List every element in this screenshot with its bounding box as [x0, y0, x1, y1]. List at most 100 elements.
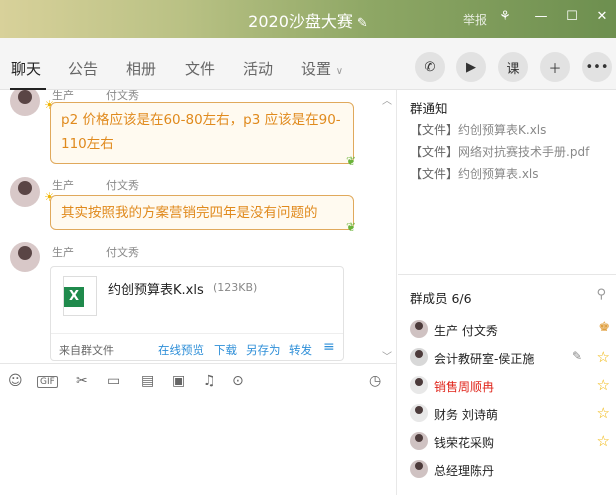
emoji-icon[interactable]: ☺: [8, 373, 23, 389]
title-bar: 2020沙盘大赛 ✎ 举报 ⚘ — ☐ ✕: [0, 0, 616, 38]
tab-bar: 聊天 公告 相册 文件 活动 设置 ∨ ✆ ▶ 课 ＋ •••: [0, 38, 616, 90]
avatar: [410, 460, 428, 478]
scroll-down-icon[interactable]: ﹀: [382, 348, 392, 363]
divider: [398, 274, 616, 275]
member-item[interactable]: 钱荣花采购 ☆: [410, 431, 610, 451]
doc-template-icon[interactable]: ▤: [141, 373, 154, 389]
message-bubble[interactable]: 其实按照我的方案营销完四年是没有问题的: [50, 195, 354, 230]
avatar[interactable]: [10, 177, 40, 207]
more-button[interactable]: •••: [582, 52, 612, 82]
avatar: [410, 432, 428, 450]
tab-files[interactable]: 文件: [185, 58, 215, 79]
file-card-footer: 来自群文件 在线预览 下载 另存为 转发 ≡: [51, 333, 343, 361]
voice-call-button[interactable]: ✆: [415, 52, 445, 82]
tab-album[interactable]: 相册: [126, 58, 156, 79]
avatar[interactable]: [10, 242, 40, 272]
window-title-wrap[interactable]: 2020沙盘大赛 ✎: [0, 8, 616, 32]
owner-icon: ♚: [598, 320, 610, 335]
notice-file-name: 约创预算表K.xls: [458, 123, 547, 137]
tab-settings-label: 设置: [301, 60, 332, 78]
video-icon: ▶: [466, 59, 476, 75]
member-item[interactable]: 财务 刘诗萌 ☆: [410, 403, 610, 423]
more-tools-icon[interactable]: ⊙: [232, 373, 244, 389]
sender-role: 生产: [52, 179, 74, 192]
lesson-button[interactable]: 课: [498, 52, 528, 82]
avatar: [410, 348, 428, 366]
edit-icon[interactable]: ✎: [572, 349, 582, 363]
minimize-icon[interactable]: —: [531, 9, 551, 24]
tab-activity[interactable]: 活动: [243, 58, 273, 79]
history-clock-icon[interactable]: ◷: [369, 373, 381, 389]
member-name: 生产 付文秀: [434, 324, 498, 338]
member-name: 总经理陈丹: [434, 464, 495, 478]
search-icon[interactable]: ⚲: [596, 287, 606, 302]
star-icon: ☆: [596, 404, 610, 422]
tab-chat[interactable]: 聊天: [11, 58, 41, 79]
download-link[interactable]: 下载: [214, 342, 237, 358]
member-name: 财务 刘诗萌: [434, 408, 498, 422]
bell-icon[interactable]: ♫: [203, 373, 216, 389]
folder-icon[interactable]: ▭: [107, 373, 120, 389]
group-notice-title: 群通知: [410, 101, 448, 116]
member-name: 会计教研室-侯正施: [434, 352, 535, 366]
report-link[interactable]: 举报: [463, 11, 487, 28]
lesson-label: 课: [506, 61, 520, 77]
notice-item[interactable]: 【文件】约创预算表.xls: [410, 165, 539, 182]
member-item[interactable]: 生产 付文秀 ♚: [410, 319, 610, 339]
avatar: [410, 320, 428, 338]
sender-name: 付文秀: [106, 179, 139, 192]
file-source: 来自群文件: [59, 344, 114, 357]
notice-file-name: 约创预算表.xls: [458, 167, 539, 181]
plus-icon: ＋: [548, 61, 562, 77]
tab-announcement[interactable]: 公告: [68, 58, 98, 79]
message-bubble[interactable]: p2 价格应该是在60-80左右，p3 应该是在90-110左右: [50, 102, 354, 164]
window-title: 2020沙盘大赛: [248, 12, 353, 31]
gif-icon[interactable]: GIF: [37, 376, 58, 388]
member-item[interactable]: 会计教研室-侯正施 ✎ ☆: [410, 347, 610, 367]
skin-icon[interactable]: ⚘: [495, 9, 515, 24]
chat-area[interactable]: ︿ 生产 付文秀 ☀ p2 价格应该是在60-80左右，p3 应该是在90-11…: [0, 90, 397, 363]
avatar: [410, 376, 428, 394]
leaf-icon: ❦: [346, 154, 357, 168]
avatar: [410, 404, 428, 422]
input-area[interactable]: ☺ GIF ✂ ▭ ▤ ▣ ♫ ⊙ ◷: [0, 363, 397, 495]
scissors-icon[interactable]: ✂: [76, 373, 88, 389]
member-item[interactable]: 销售周顺冉 ☆: [410, 375, 610, 395]
sender-name: 付文秀: [106, 246, 139, 259]
more-icon: •••: [585, 59, 609, 75]
file-card[interactable]: X 约创预算表K.xls (123KB) 来自群文件 在线预览 下载 另存为 转…: [50, 266, 344, 361]
chevron-down-icon: ∨: [335, 66, 344, 77]
notice-item[interactable]: 【文件】网络对抗赛技术手册.pdf: [410, 143, 589, 160]
side-panel: 群通知 【文件】约创预算表K.xls 【文件】网络对抗赛技术手册.pdf 【文件…: [398, 90, 616, 495]
star-icon: ☆: [596, 348, 610, 366]
members-title: 群成员 6/6: [410, 291, 472, 306]
save-as-link[interactable]: 另存为: [246, 342, 281, 358]
leaf-icon: ❦: [346, 220, 357, 234]
avatar[interactable]: [10, 90, 40, 116]
edit-title-icon[interactable]: ✎: [357, 16, 368, 31]
file-name[interactable]: 约创预算表K.xls: [108, 279, 204, 298]
notice-tag: 【文件】: [410, 145, 459, 159]
scroll-up-icon[interactable]: ︿: [382, 92, 392, 107]
star-icon: ☆: [596, 376, 610, 394]
menu-icon[interactable]: ≡: [323, 339, 335, 355]
close-icon[interactable]: ✕: [592, 9, 612, 24]
notice-item[interactable]: 【文件】约创预算表K.xls: [410, 121, 546, 138]
member-name: 销售周顺冉: [434, 380, 495, 394]
add-app-button[interactable]: ＋: [540, 52, 570, 82]
video-call-button[interactable]: ▶: [456, 52, 486, 82]
image-icon[interactable]: ▣: [172, 373, 185, 389]
preview-link[interactable]: 在线预览: [158, 342, 204, 358]
notice-file-name: 网络对抗赛技术手册.pdf: [458, 145, 590, 159]
file-size: (123KB): [213, 281, 258, 294]
member-name: 钱荣花采购: [434, 436, 495, 450]
notice-tag: 【文件】: [410, 167, 459, 181]
star-icon: ☆: [596, 432, 610, 450]
forward-link[interactable]: 转发: [289, 342, 312, 358]
excel-file-icon: X: [63, 276, 97, 316]
member-item[interactable]: 总经理陈丹: [410, 459, 610, 479]
tab-settings[interactable]: 设置 ∨: [301, 58, 343, 79]
notice-tag: 【文件】: [410, 123, 459, 137]
maximize-icon[interactable]: ☐: [562, 9, 582, 24]
sender-role: 生产: [52, 246, 74, 259]
